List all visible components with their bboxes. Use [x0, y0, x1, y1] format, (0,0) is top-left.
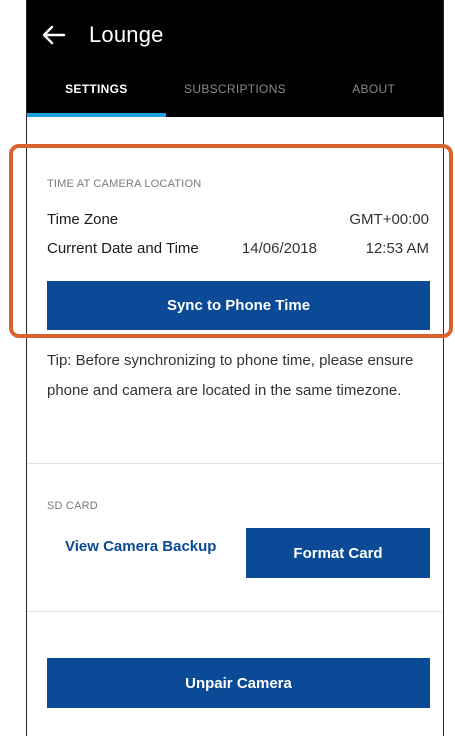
datetime-row: Current Date and Time 14/06/2018 12:53 A… — [47, 240, 429, 257]
sd-card-section-label: SD CARD — [47, 500, 98, 512]
tab-label: SUBSCRIPTIONS — [184, 82, 286, 96]
time-zone-value: GMT+00:00 — [349, 211, 429, 228]
tab-settings[interactable]: SETTINGS — [27, 72, 166, 117]
divider — [27, 611, 443, 612]
date-value: 14/06/2018 — [241, 240, 317, 257]
tab-label: ABOUT — [352, 82, 396, 96]
time-value: 12:53 AM — [365, 240, 429, 257]
sync-to-phone-time-button[interactable]: Sync to Phone Time — [47, 281, 430, 330]
tab-bar: SETTINGS SUBSCRIPTIONS ABOUT — [27, 72, 443, 117]
phone-screen: Lounge SETTINGS SUBSCRIPTIONS ABOUT TIME… — [26, 0, 444, 736]
arrow-left-icon — [42, 25, 66, 45]
datetime-label: Current Date and Time — [47, 240, 199, 257]
tab-subscriptions[interactable]: SUBSCRIPTIONS — [166, 72, 305, 117]
tab-label: SETTINGS — [65, 82, 128, 96]
page-title: Lounge — [89, 22, 164, 47]
unpair-camera-button[interactable]: Unpair Camera — [47, 658, 430, 708]
active-tab-indicator — [27, 113, 166, 117]
sync-tip-text: Tip: Before synchronizing to phone time,… — [47, 352, 414, 399]
app-header: Lounge SETTINGS SUBSCRIPTIONS ABOUT — [27, 0, 443, 117]
view-camera-backup-link[interactable]: View Camera Backup — [65, 538, 216, 555]
divider — [27, 463, 443, 464]
back-button[interactable] — [39, 20, 69, 50]
tab-about[interactable]: ABOUT — [304, 72, 443, 117]
time-section-label: TIME AT CAMERA LOCATION — [47, 178, 202, 190]
time-zone-row: Time Zone GMT+00:00 — [47, 211, 429, 228]
format-card-button[interactable]: Format Card — [246, 528, 430, 578]
time-zone-label: Time Zone — [47, 211, 119, 228]
